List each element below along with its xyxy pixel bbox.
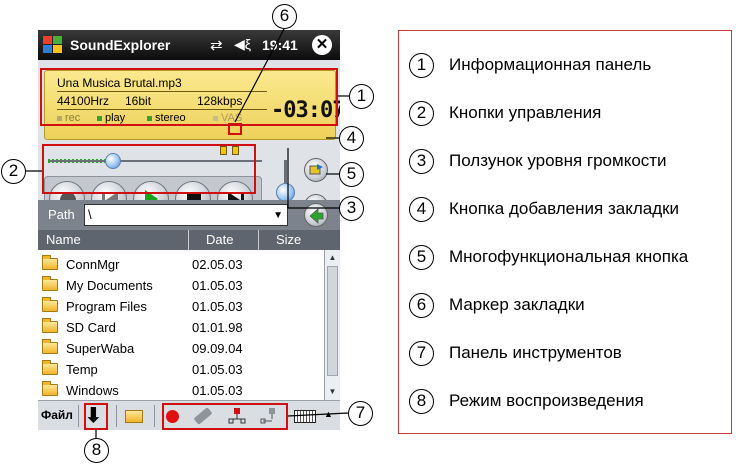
- legend-panel: 1 Информационная панель 2 Кнопки управлени…: [398, 30, 732, 434]
- callout-7: 7: [348, 401, 373, 426]
- callout-6: 6: [272, 4, 297, 29]
- legend-item: 1 Информационная панель: [399, 53, 733, 79]
- callout-2: 2: [1, 159, 26, 184]
- legend-item: 5 Многофункциональная кнопка: [399, 245, 733, 271]
- callout-8: 8: [84, 438, 109, 463]
- callout-3: 3: [339, 196, 364, 221]
- callout-1: 1: [349, 84, 374, 109]
- legend-item: 7 Панель инструментов: [399, 341, 733, 367]
- legend-item: 2 Кнопки управления: [399, 101, 733, 127]
- legend-item: 6 Маркер закладки: [399, 293, 733, 319]
- legend-item: 3 Ползунок уровня громкости: [399, 149, 733, 175]
- legend-item: 4 Кнопка добавления закладки: [399, 197, 733, 223]
- callout-5: 5: [339, 162, 364, 187]
- legend-item: 8 Режим воспроизведения: [399, 389, 733, 415]
- callout-4: 4: [339, 126, 364, 151]
